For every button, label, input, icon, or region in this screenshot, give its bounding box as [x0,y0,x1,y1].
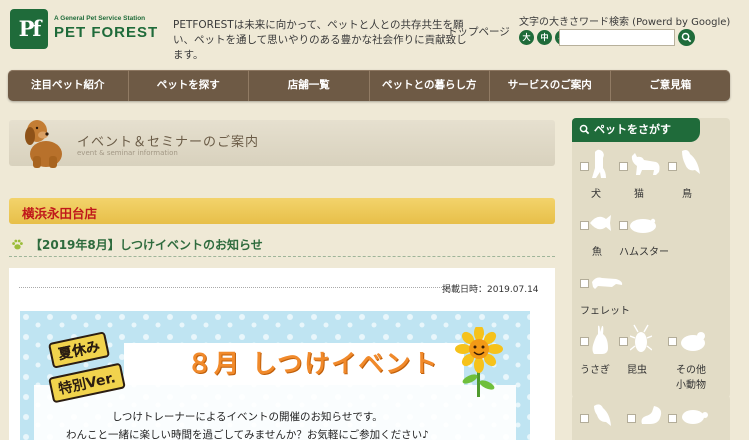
search-icon [579,124,590,135]
top-page-link[interactable]: トップページ [447,24,510,39]
pet-label-insect[interactable]: 昆虫 [627,361,647,376]
logo-tagline: A General Pet Service Station [54,15,146,22]
article-title: 【2019年8月】しつけイベントのお知らせ [30,238,263,252]
bird-icon [682,150,700,174]
store-name: 横浜永田台店 [22,206,98,221]
post-date: 掲載日時：2019.07.14 [442,285,539,295]
pet-checkbox-insect[interactable] [619,337,628,346]
pet-label-ferret[interactable]: フェレット [580,302,630,317]
hamster-icon [630,218,656,233]
squirrel-icon [641,406,662,424]
pet-checkbox-ferret[interactable] [580,279,589,288]
font-size-search-label: 文字の大きさワード検索 (Powerd by Google) [519,17,731,28]
pet-search-title: ペットをさがす [572,118,700,142]
invite-text-line2: わんこと一緒に楽しい時間を過ごしてみませんか？お気軽にご参加ください♪ [66,429,429,440]
pet-checkbox-cat[interactable] [619,162,628,171]
pet-label-rabbit[interactable]: うさぎ [580,361,610,376]
nav-item-feedback[interactable]: ご意見箱 [611,70,731,101]
pet-checkbox-more-2[interactable] [627,414,636,423]
page-title-english: event & seminar information [77,149,178,157]
dog-icon [592,149,606,178]
pet-label-cat[interactable]: 猫 [634,185,644,200]
site-tagline: PETFORESTは未来に向かって、ペットと人との共存共生を願い、ペットを通して… [173,19,467,61]
page-title: イベント＆セミナーのご案内 [77,135,260,150]
ferret-icon [592,277,623,289]
pet-label-fish[interactable]: 魚 [592,243,602,258]
font-size-large-button[interactable]: 大 [519,30,534,45]
logo-name[interactable]: PET FOREST [54,24,158,41]
pet-label-hamster[interactable]: ハムスター [619,243,669,258]
other-small-animal-icon [681,332,705,351]
pet-checkbox-hamster[interactable] [619,221,628,230]
date-divider [19,287,444,288]
pet-checkbox-more-1[interactable] [580,414,589,423]
search-button[interactable] [678,29,695,46]
pet-label-dog[interactable]: 犬 [591,185,601,200]
pet-label-small-animal[interactable]: 小動物 [676,376,706,391]
event-title: ８月 しつけイベント [187,349,440,378]
pet-label-other[interactable]: その他 [676,361,706,376]
nav-item-find-pet[interactable]: ペットを探す [129,70,249,101]
sunflower-icon [455,327,503,397]
title-divider [9,256,555,257]
paw-icon [12,239,23,250]
site-header: Pf A General Pet Service Station PET FOR… [0,0,749,62]
fish-icon [590,215,611,231]
cat-icon [631,153,660,175]
nav-item-services[interactable]: サービスのご案内 [490,70,611,101]
search-icon [681,32,692,43]
nav-item-store-list[interactable]: 店舗一覧 [249,70,370,101]
font-size-medium-button[interactable]: 中 [537,30,552,45]
search-input[interactable] [559,29,675,46]
global-nav: 注目ペット紹介 ペットを探す 店舗一覧 ペットとの暮らし方 サービスのご案内 ご… [8,70,730,101]
turtle-icon [682,410,708,424]
dog-illustration-icon [25,120,62,168]
bird-icon [594,404,611,426]
pet-label-bird[interactable]: 鳥 [682,185,692,200]
nav-item-featured-pets[interactable]: 注目ペット紹介 [8,70,129,101]
invite-text-line1: しつけトレーナーによるイベントの開催のお知らせです。 [112,411,383,423]
pet-checkbox-other-small-animal[interactable] [668,337,677,346]
nav-item-living-with-pets[interactable]: ペットとの暮らし方 [370,70,490,101]
insect-icon [630,324,652,352]
logo-mark[interactable]: Pf [10,9,48,49]
rabbit-icon [592,325,608,354]
pet-checkbox-more-3[interactable] [668,414,677,423]
